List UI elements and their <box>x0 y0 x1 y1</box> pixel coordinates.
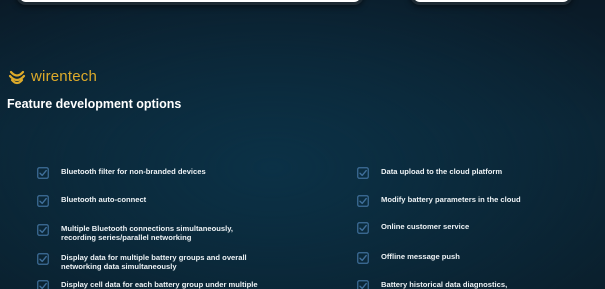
feature-item: Battery historical data diagnostics, <box>357 280 507 289</box>
checkbox-checked-icon <box>357 167 369 179</box>
feature-item: Offline message push <box>357 252 460 264</box>
feature-label: Data upload to the cloud platform <box>381 167 503 176</box>
feature-item: Bluetooth auto-connect <box>37 195 146 207</box>
feature-label: Display data for multiple battery groups… <box>61 253 247 271</box>
checkbox-checked-icon <box>37 253 49 265</box>
checkbox-checked-icon <box>357 252 369 264</box>
brand-logo: wirentech <box>8 66 97 86</box>
checkbox-checked-icon <box>37 280 49 289</box>
feature-label: Bluetooth filter for non-branded devices <box>61 167 206 176</box>
checkbox-checked-icon <box>357 280 369 289</box>
checkbox-checked-icon <box>357 222 369 234</box>
device-frame-right <box>410 0 573 5</box>
feature-label: Online customer service <box>381 222 470 231</box>
feature-item: Modify battery parameters in the cloud <box>357 195 521 207</box>
checkbox-checked-icon <box>357 195 369 207</box>
feature-item: Data upload to the cloud platform <box>357 167 502 179</box>
feature-item: Display cell data for each battery group… <box>37 280 258 289</box>
checkbox-checked-icon <box>37 167 49 179</box>
checkbox-checked-icon <box>37 195 49 207</box>
feature-label: Modify battery parameters in the cloud <box>381 195 521 204</box>
wave-logo-icon <box>8 70 26 85</box>
feature-label: Multiple Bluetooth connections simultane… <box>61 224 233 242</box>
device-frame-left <box>16 0 364 5</box>
feature-item: Multiple Bluetooth connections simultane… <box>37 224 233 242</box>
feature-label: Offline message push <box>381 252 460 261</box>
feature-item: Online customer service <box>357 222 469 234</box>
feature-label: Battery historical data diagnostics, <box>381 280 508 289</box>
section-title: Feature development options <box>7 97 182 111</box>
feature-label: Bluetooth auto-connect <box>61 195 147 204</box>
feature-item: Display data for multiple battery groups… <box>37 253 247 271</box>
brand-name: wirentech <box>31 67 97 85</box>
checkbox-checked-icon <box>37 224 49 236</box>
feature-label: Display cell data for each battery group… <box>61 280 258 289</box>
feature-item: Bluetooth filter for non-branded devices <box>37 167 206 179</box>
